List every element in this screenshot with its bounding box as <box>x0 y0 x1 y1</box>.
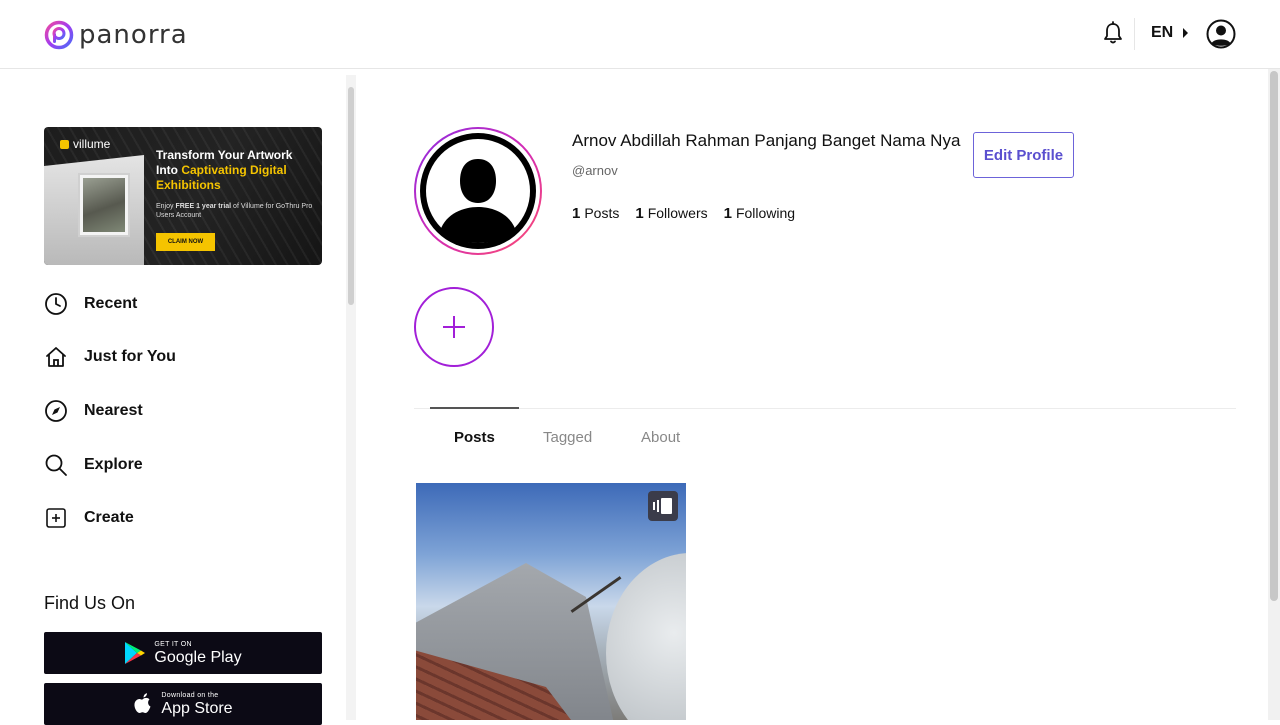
sidebar-scrollbar-thumb[interactable] <box>348 87 354 305</box>
stat-number: 1 <box>572 205 581 222</box>
profile-main: Arnov Abdillah Rahman Panjang Banget Nam… <box>356 69 1268 720</box>
stat-label: Followers <box>647 205 708 221</box>
banner-title-line1: Transform Your Artwork <box>156 148 293 162</box>
villume-promo-banner[interactable]: villume Transform Your Artwork Into Capt… <box>44 127 322 265</box>
tab-tagged[interactable]: Tagged <box>543 429 592 446</box>
clock-icon <box>44 292 68 316</box>
sidebar-item-label: Recent <box>84 295 138 312</box>
banner-sub-prefix: Enjoy <box>156 203 176 210</box>
sidebar-item-label: Create <box>84 509 134 526</box>
tab-about[interactable]: About <box>641 429 680 446</box>
google-play-text: Google Play <box>154 648 242 666</box>
banner-artwork <box>83 178 125 232</box>
sidebar-item-explore[interactable]: Explore <box>44 450 294 480</box>
notification-bell-icon[interactable] <box>1102 21 1124 45</box>
sidebar-item-label: Explore <box>84 456 143 473</box>
sidebar-scrollbar[interactable] <box>346 75 356 720</box>
header-divider <box>1134 18 1135 50</box>
stat-label: Posts <box>584 205 620 221</box>
villume-logo-icon <box>60 139 69 149</box>
banner-title-into: Into <box>156 163 182 177</box>
sidebar-item-just-for-you[interactable]: Just for You <box>44 342 294 372</box>
top-header: panorra EN <box>0 0 1280 69</box>
active-tab-indicator <box>430 407 519 409</box>
caret-right-icon <box>1183 28 1189 38</box>
sidebar: villume Transform Your Artwork Into Capt… <box>0 69 346 725</box>
sidebar-item-recent[interactable]: Recent <box>44 289 294 319</box>
post-thumbnail[interactable] <box>416 483 686 720</box>
navigation-icon <box>44 399 68 423</box>
app-store-small-text: Download on the <box>161 691 219 699</box>
page-scrollbar[interactable] <box>1268 69 1280 720</box>
profile-name: Arnov Abdillah Rahman Panjang Banget Nam… <box>572 131 961 150</box>
profile-stats: 1 Posts 1 Followers 1 Following <box>572 205 811 222</box>
sidebar-item-create[interactable]: Create <box>44 503 294 533</box>
banner-sub-bold: FREE 1 year trial <box>175 203 232 210</box>
villume-brand: villume <box>60 137 110 151</box>
panorra-logo-icon <box>44 20 74 50</box>
language-selector[interactable]: EN <box>1151 24 1189 42</box>
google-play-small-text: GET IT ON <box>154 640 192 648</box>
app-store-text: App Store <box>161 699 233 717</box>
google-play-icon <box>125 642 146 664</box>
google-play-button[interactable]: GET IT ON Google Play <box>44 632 322 674</box>
tabs-divider <box>414 408 1236 409</box>
user-avatar-icon[interactable] <box>1206 19 1236 49</box>
banner-subtitle: Enjoy FREE 1 year trial of Villume for G… <box>156 202 316 220</box>
language-label: EN <box>1151 24 1174 41</box>
apple-icon <box>134 693 151 713</box>
app-store-button[interactable]: Download on the App Store <box>44 683 322 725</box>
villume-brand-text: villume <box>73 137 111 151</box>
plus-icon <box>443 316 465 338</box>
stat-label: Following <box>735 205 796 221</box>
sidebar-item-label: Just for You <box>84 348 176 365</box>
sidebar-item-nearest[interactable]: Nearest <box>44 396 294 426</box>
banner-artwork-frame <box>78 173 130 237</box>
followers-count[interactable]: 1 Followers <box>635 205 707 222</box>
plus-square-icon <box>44 506 68 530</box>
default-avatar-icon <box>420 133 536 249</box>
profile-picture[interactable] <box>414 127 542 255</box>
banner-title: Transform Your Artwork Into Captivating … <box>156 148 316 193</box>
logo-text: panorra <box>79 20 188 50</box>
sidebar-item-label: Nearest <box>84 402 143 419</box>
tab-posts[interactable]: Posts <box>454 429 495 446</box>
home-icon <box>44 345 68 369</box>
posts-count[interactable]: 1 Posts <box>572 205 619 222</box>
panorra-logo[interactable]: panorra <box>44 20 188 50</box>
following-count[interactable]: 1 Following <box>724 205 795 222</box>
multi-scene-badge <box>648 491 678 521</box>
profile-username: @arnov <box>572 163 618 178</box>
stat-number: 1 <box>723 205 732 222</box>
claim-now-button[interactable]: CLAIM NOW <box>156 233 215 251</box>
search-icon <box>44 453 68 477</box>
page-scrollbar-thumb[interactable] <box>1270 71 1278 601</box>
add-highlight-button[interactable] <box>414 287 494 367</box>
stat-number: 1 <box>635 205 644 222</box>
edit-profile-button[interactable]: Edit Profile <box>973 132 1074 178</box>
multi-scene-icon <box>653 498 672 514</box>
find-us-title: Find Us On <box>44 593 136 613</box>
